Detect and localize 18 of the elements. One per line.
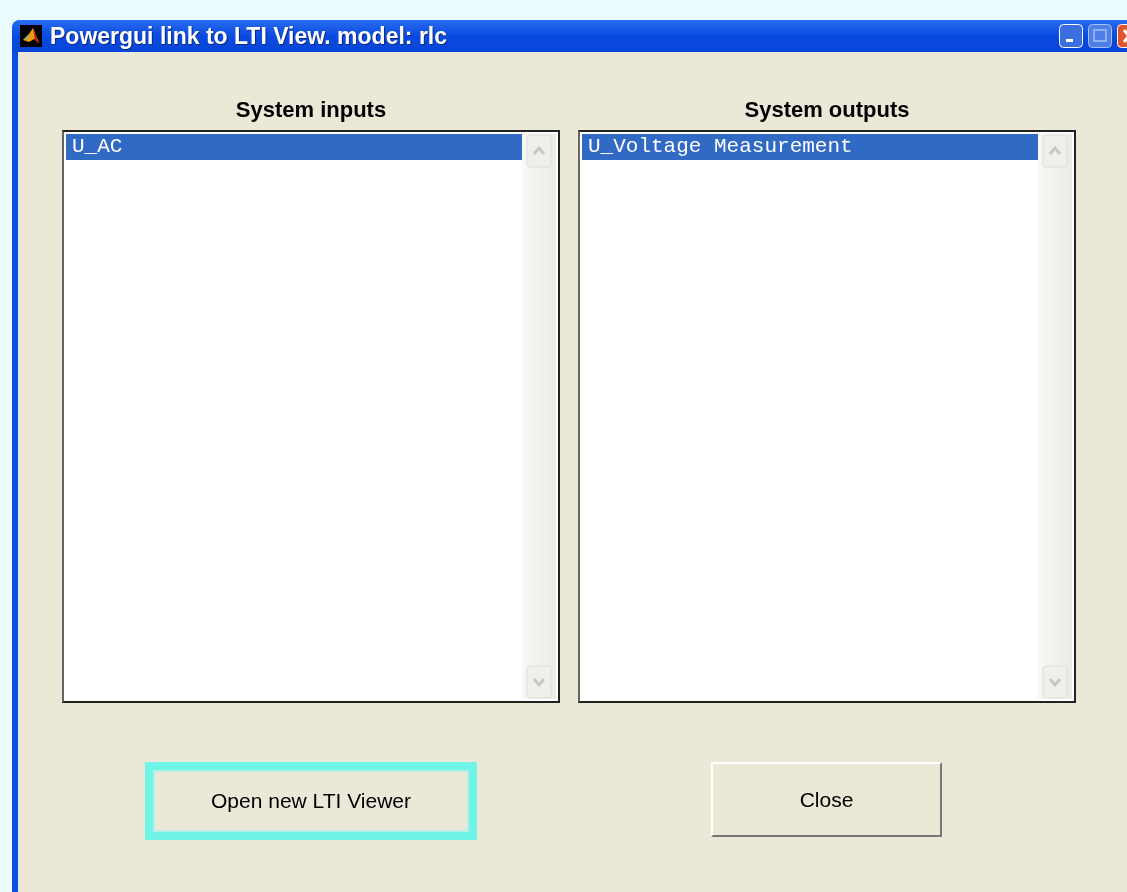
list-box[interactable]: U_AC (62, 130, 560, 703)
scroll-down-icon[interactable] (1042, 665, 1068, 699)
dialog-button[interactable]: Close (711, 762, 942, 837)
list-box[interactable]: U_Voltage Measurement (578, 130, 1076, 703)
list-item[interactable]: U_Voltage Measurement (582, 134, 1038, 160)
list-heading: System outputs (743, 97, 911, 124)
scrollbar[interactable] (1038, 134, 1072, 699)
scroll-up-icon[interactable] (1042, 134, 1068, 168)
maximize-button[interactable] (1088, 24, 1112, 48)
dialog-button[interactable]: Open new LTI Viewer (145, 762, 477, 840)
scroll-down-icon[interactable] (526, 665, 552, 699)
app-icon (20, 25, 42, 47)
list-heading: System inputs (234, 97, 388, 124)
scroll-up-icon[interactable] (526, 134, 552, 168)
window-title: Powergui link to LTI View. model: rlc (50, 22, 448, 50)
scrollbar[interactable] (522, 134, 556, 699)
list-item[interactable]: U_AC (66, 134, 522, 160)
minimize-button[interactable] (1059, 24, 1083, 48)
